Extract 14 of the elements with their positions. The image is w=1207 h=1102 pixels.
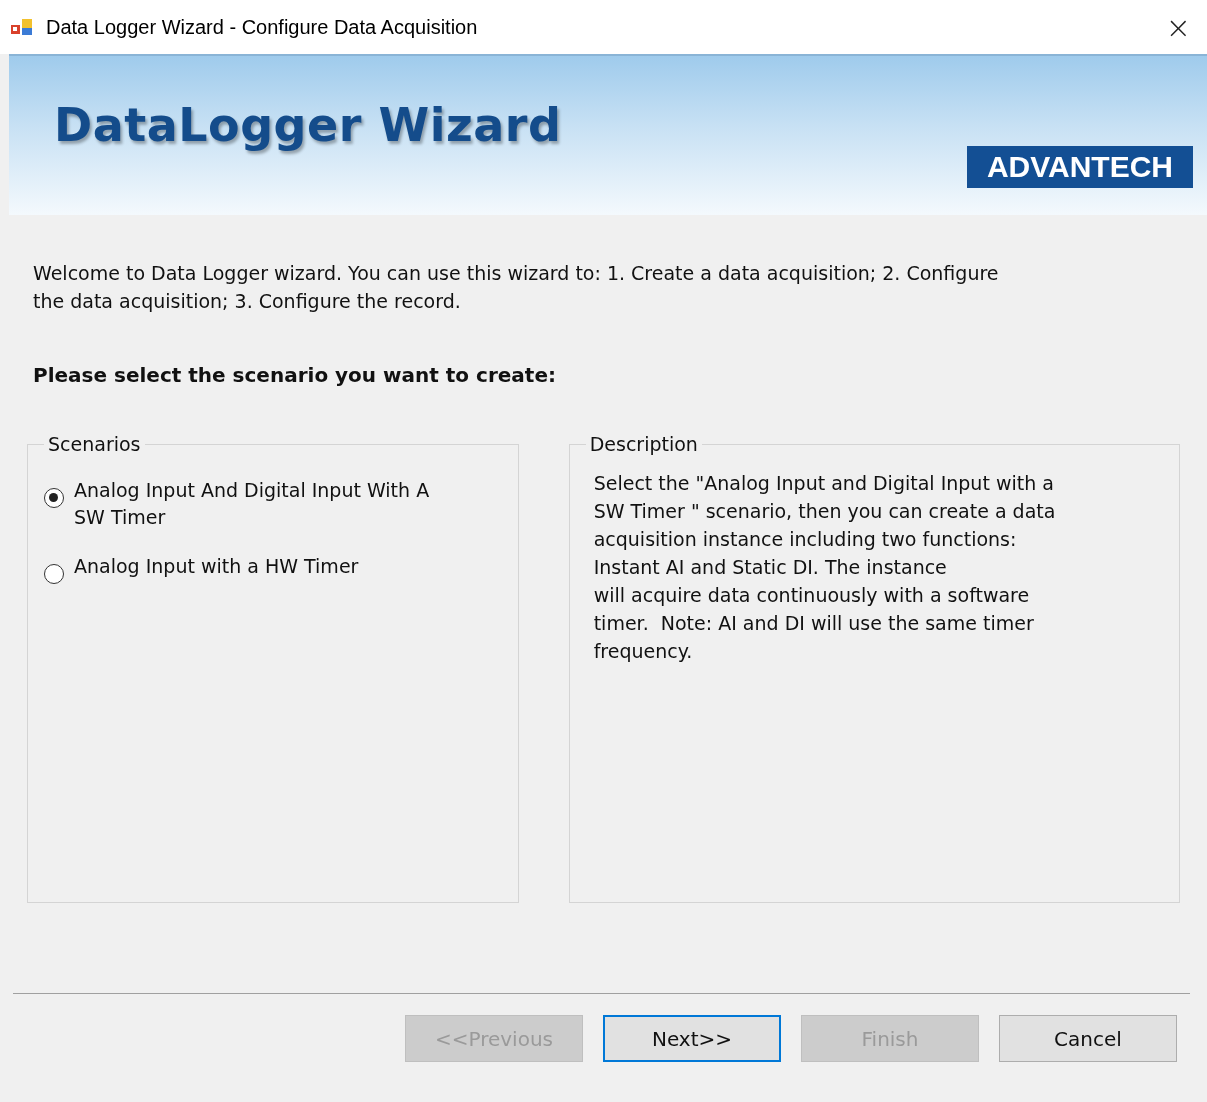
description-text: Select the "Analog Input and Digital Input with a SW Timer " scenario, then you can create a data acquisition instance including two functions: Instant AI and Static DI. The instance will acquire data continuously with a software timer. Note: AI and DI will use the same timer frequency. [593,471,1057,664]
group-title: Scenarios [47,433,142,455]
wizard-button[interactable]: Next>> [603,1015,781,1062]
welcome-text: Welcome to Data Logger wizard. You can use this wizard to: 1. Create a data acquisition; 2. Configure the data acquisition; 3. Configure the record. [33,261,1000,314]
scenario-radio[interactable]: Analog Input with a HW Timer [44,553,502,584]
scenario-radio[interactable]: Analog Input And Digital Input With A SW Timer [44,477,502,531]
prompt-heading: Please select the scenario you want to create: [33,363,557,387]
wizard-button[interactable]: Cancel [999,1015,1177,1062]
group-title: Description [588,433,699,455]
close-button[interactable]: × [1159,9,1197,45]
app-icon [10,17,34,37]
logo: ADVANTECH [966,146,1193,188]
window-title: Data Logger Wizard - Configure Data Acquisition [46,15,479,39]
banner-title: DataLogger Wizard [54,98,562,152]
